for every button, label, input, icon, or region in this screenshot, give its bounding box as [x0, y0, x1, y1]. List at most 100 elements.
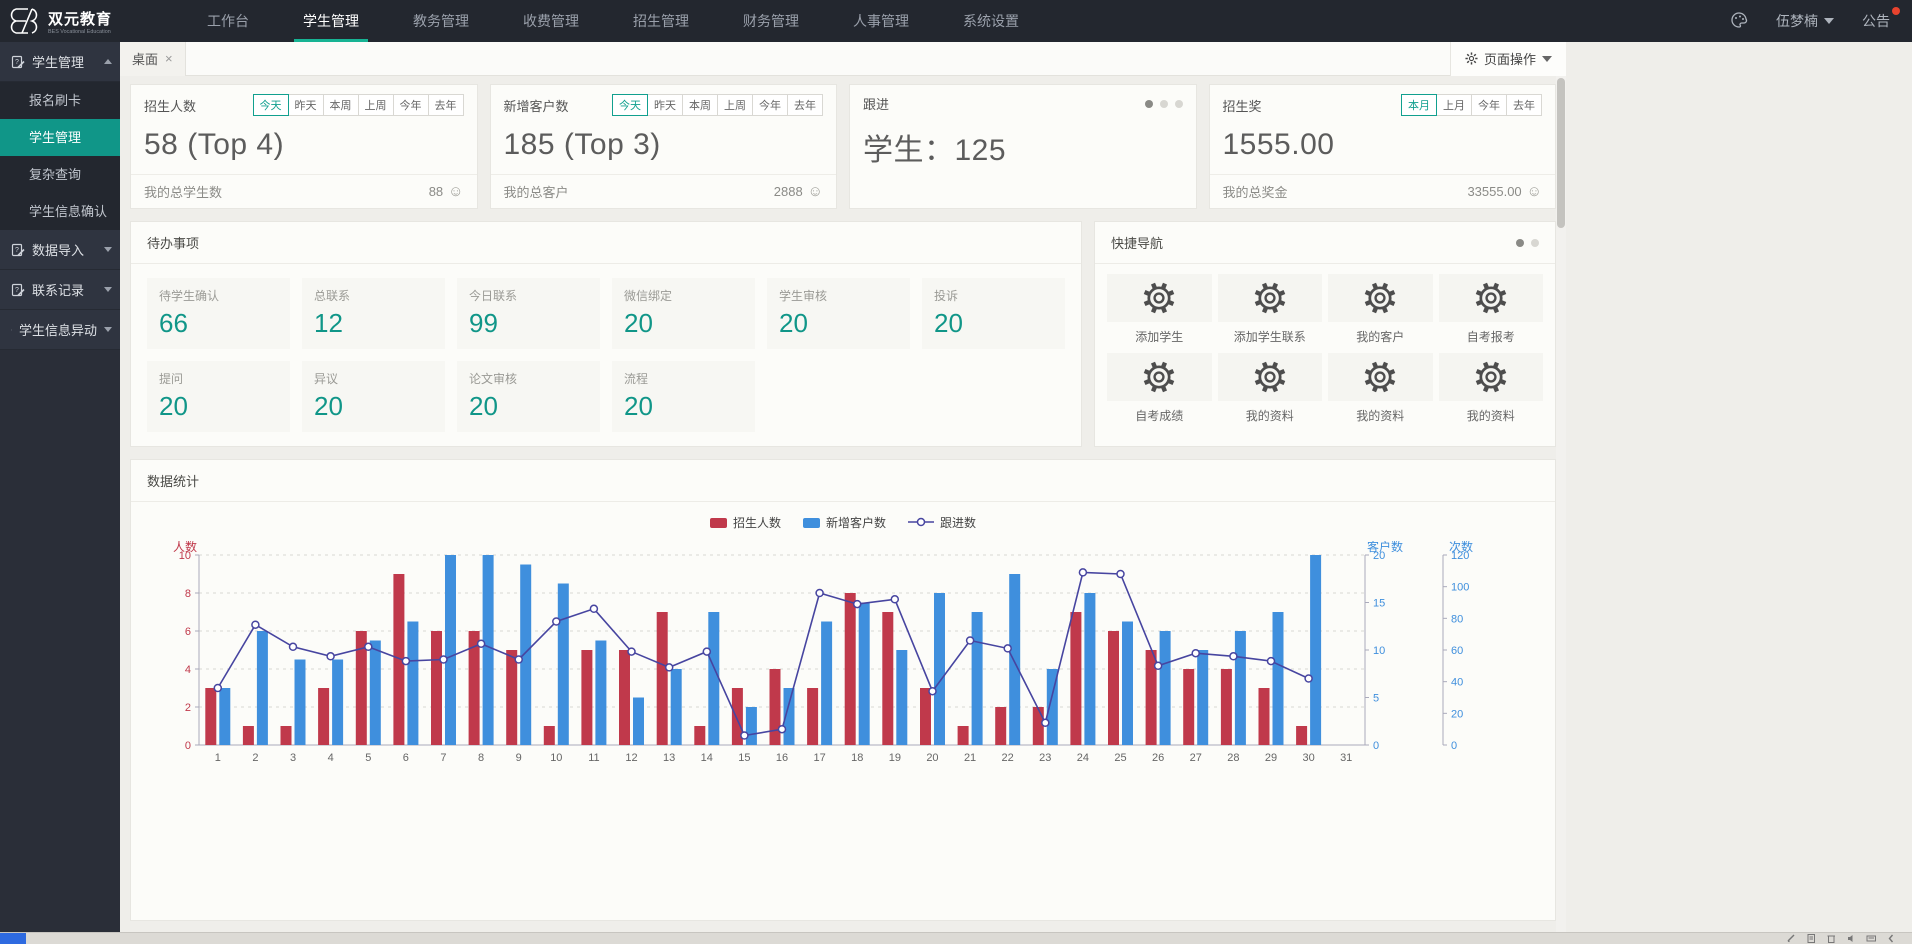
- period-button[interactable]: 去年: [788, 94, 823, 116]
- quicknav-item-3[interactable]: 自考报考: [1439, 274, 1544, 347]
- svg-text:27: 27: [1190, 752, 1202, 764]
- quicknav-item-6[interactable]: 我的资料: [1328, 353, 1433, 426]
- todo-item-1[interactable]: 总联系12: [302, 278, 445, 349]
- theme-palette-icon[interactable]: [1730, 11, 1748, 32]
- svg-text:23: 23: [1039, 752, 1051, 764]
- topnav-item-6[interactable]: 人事管理: [826, 0, 936, 42]
- carousel-dot[interactable]: [1160, 100, 1168, 108]
- gear-icon: [1253, 281, 1287, 315]
- bar-customer-day22: [1009, 574, 1020, 745]
- todo-item-label: 今日联系: [469, 287, 588, 304]
- quicknav-carousel-dots: [1516, 239, 1539, 247]
- announcement-link[interactable]: 公告: [1862, 11, 1890, 31]
- todo-item-0[interactable]: 待学生确认66: [147, 278, 290, 349]
- period-button[interactable]: 上周: [359, 94, 394, 116]
- topnav-item-5[interactable]: 财务管理: [716, 0, 826, 42]
- topnav-item-3[interactable]: 收费管理: [496, 0, 606, 42]
- todo-item-6[interactable]: 提问20: [147, 361, 290, 432]
- brand-logo-icon: [8, 6, 40, 36]
- scrollbar-track[interactable]: [1556, 76, 1566, 932]
- keyboard-icon[interactable]: [1866, 933, 1876, 944]
- topnav-item-2[interactable]: 教务管理: [386, 0, 496, 42]
- bar-customer-day18: [859, 603, 870, 746]
- legend-item-0[interactable]: 招生人数: [710, 514, 781, 531]
- trash-icon[interactable]: [1826, 933, 1836, 944]
- todo-item-5[interactable]: 投诉20: [922, 278, 1065, 349]
- carousel-dot[interactable]: [1145, 100, 1153, 108]
- pen-icon[interactable]: [1786, 933, 1796, 944]
- legend-item-1[interactable]: 新增客户数: [803, 514, 886, 531]
- topnav-item-1[interactable]: 学生管理: [276, 0, 386, 42]
- clipboard-icon[interactable]: [1806, 933, 1816, 944]
- quicknav-icon-box: [1218, 274, 1323, 322]
- period-button[interactable]: 本周: [683, 94, 718, 116]
- carousel-dot[interactable]: [1531, 239, 1539, 247]
- kpi-card-footer: 我的总客户2888☺: [491, 174, 837, 208]
- period-button[interactable]: 昨天: [648, 94, 683, 116]
- todo-item-8[interactable]: 论文审核20: [457, 361, 600, 432]
- period-button[interactable]: 去年: [1507, 94, 1542, 116]
- sidebar-group-2[interactable]: ?联系记录: [0, 270, 120, 310]
- chevron-left-icon[interactable]: [1886, 933, 1896, 944]
- sidebar-item-0-2[interactable]: 复杂查询: [0, 156, 120, 193]
- period-button[interactable]: 今年: [753, 94, 788, 116]
- legend-item-2[interactable]: 跟进数: [908, 514, 976, 531]
- period-button[interactable]: 本月: [1401, 94, 1437, 116]
- bar-customer-day12: [633, 698, 644, 746]
- topnav-item-7[interactable]: 系统设置: [936, 0, 1046, 42]
- svg-text:5: 5: [1373, 693, 1379, 705]
- carousel-dot[interactable]: [1516, 239, 1524, 247]
- period-button[interactable]: 去年: [429, 94, 464, 116]
- todo-item-4[interactable]: 学生审核20: [767, 278, 910, 349]
- svg-text:20: 20: [926, 752, 938, 764]
- document-edit-icon: ?: [11, 283, 25, 297]
- bar-recruit-day2: [243, 726, 254, 745]
- svg-text:11: 11: [588, 752, 599, 764]
- page-actions-button[interactable]: 页面操作: [1450, 42, 1566, 76]
- todo-item-9[interactable]: 流程20: [612, 361, 755, 432]
- quicknav-item-0[interactable]: 添加学生: [1107, 274, 1212, 347]
- line-marker-day11: [590, 605, 597, 612]
- taskbar-start-button[interactable]: [0, 933, 26, 944]
- period-button[interactable]: 上月: [1437, 94, 1472, 116]
- period-button[interactable]: 本周: [324, 94, 359, 116]
- bar-recruit-day12: [619, 650, 630, 745]
- sidebar-group-0[interactable]: ?学生管理: [0, 42, 120, 82]
- carousel-dot[interactable]: [1175, 100, 1183, 108]
- period-button[interactable]: 昨天: [289, 94, 324, 116]
- sidebar-item-0-0[interactable]: 报名刷卡: [0, 82, 120, 119]
- topnav-item-0[interactable]: 工作台: [180, 0, 276, 42]
- svg-text:1: 1: [215, 752, 221, 764]
- document-edit-icon: ?: [11, 243, 25, 257]
- todo-item-2[interactable]: 今日联系99: [457, 278, 600, 349]
- quicknav-item-1[interactable]: 添加学生联系: [1218, 274, 1323, 347]
- period-button[interactable]: 今天: [612, 94, 648, 116]
- period-button[interactable]: 上周: [718, 94, 753, 116]
- period-button[interactable]: 今天: [253, 94, 289, 116]
- sidebar-group-3[interactable]: ?学生信息异动: [0, 310, 120, 350]
- svg-text:0: 0: [1373, 740, 1379, 752]
- sidebar-item-0-3[interactable]: 学生信息确认: [0, 193, 120, 230]
- bar-customer-day26: [1160, 631, 1171, 745]
- tab-close-icon[interactable]: ×: [165, 51, 173, 66]
- brand-logo[interactable]: 双元教育 BES Vocational Education: [0, 6, 180, 36]
- scrollbar-thumb[interactable]: [1557, 78, 1565, 228]
- gear-icon: [1142, 281, 1176, 315]
- bar-recruit-day1: [205, 688, 216, 745]
- bar-recruit-day3: [281, 726, 292, 745]
- sidebar-group-1[interactable]: ?数据导入: [0, 230, 120, 270]
- quicknav-item-4[interactable]: 自考成绩: [1107, 353, 1212, 426]
- topnav-item-4[interactable]: 招生管理: [606, 0, 716, 42]
- quicknav-item-7[interactable]: 我的资料: [1439, 353, 1544, 426]
- user-menu[interactable]: 伍梦楠: [1776, 11, 1834, 31]
- period-button[interactable]: 今年: [1472, 94, 1507, 116]
- sidebar-item-0-1[interactable]: 学生管理: [0, 119, 120, 156]
- todo-item-3[interactable]: 微信绑定20: [612, 278, 755, 349]
- tab-desktop[interactable]: 桌面 ×: [120, 42, 186, 76]
- quicknav-item-5[interactable]: 我的资料: [1218, 353, 1323, 426]
- todo-item-label: 总联系: [314, 287, 433, 304]
- speaker-icon[interactable]: [1846, 933, 1856, 944]
- quicknav-item-2[interactable]: 我的客户: [1328, 274, 1433, 347]
- period-button[interactable]: 今年: [394, 94, 429, 116]
- todo-item-7[interactable]: 异议20: [302, 361, 445, 432]
